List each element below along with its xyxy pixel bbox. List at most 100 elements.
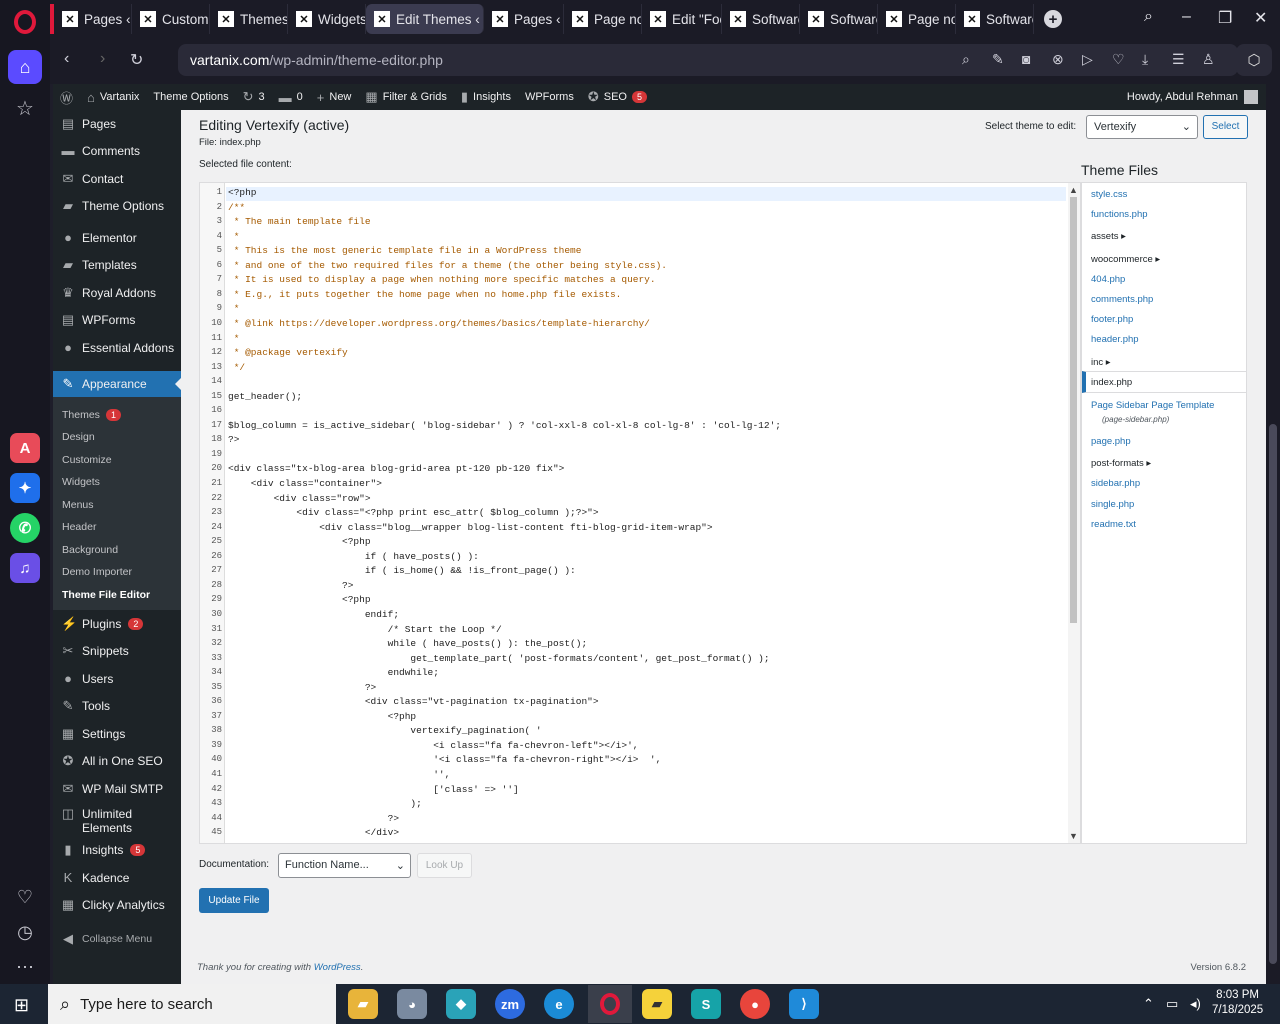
file-item[interactable]: page.php [1091,436,1131,447]
submenu-item-demo-importer[interactable]: Demo Importer [53,561,181,584]
submenu-item-theme-file-editor[interactable]: Theme File Editor [53,584,181,607]
file-item[interactable]: header.php [1091,334,1139,345]
opera-logo[interactable] [14,10,36,34]
file-item[interactable]: index.php [1082,371,1246,393]
file-item[interactable]: sidebar.php [1091,478,1140,489]
extensions-icon[interactable]: ⬡ [1236,44,1272,76]
menu-item-comments[interactable]: ▬ Comments [53,138,181,166]
menu-item-unlimited-elements[interactable]: ◫ Unlimited Elements [53,803,181,837]
heart-icon[interactable]: ♡ [17,887,33,908]
chevron-up-icon[interactable]: ⌃ [1143,996,1154,1012]
code-editor[interactable]: 1 2 3 4 5 6 7 8 9 10 11 12 13 14 15 16 17 18 19 20 21 22 23 24 2… [199,182,1081,844]
back-icon[interactable]: ‹ [64,50,69,68]
folder-item[interactable]: inc ▸ [1091,357,1111,368]
wordpress-link[interactable]: WordPress [314,962,361,973]
network-icon[interactable]: ▭ [1166,996,1178,1012]
scroll-down-icon[interactable]: ▼ [1069,831,1078,841]
theme-select[interactable]: Vertexify ⌄ [1086,115,1198,139]
app-icon[interactable]: ◆ [446,989,476,1019]
volume-icon[interactable]: ◂) [1190,996,1201,1012]
new-content-link[interactable]: + New [310,84,359,110]
file-explorer-icon[interactable]: ▰ [348,989,378,1019]
menu-item-kadence[interactable]: K Kadence [53,864,181,892]
wpforms-link[interactable]: WPForms [518,84,581,110]
file-item[interactable]: style.css [1091,189,1127,200]
tab[interactable]: ✕ Pages ‹ Va [484,4,564,34]
aria-app-icon[interactable]: A [10,433,40,463]
reload-icon[interactable]: ↻ [130,50,143,70]
chrome-icon[interactable]: ● [740,989,770,1019]
edge-icon[interactable]: e [544,989,574,1019]
tab[interactable]: ✕ Themes ‹ [210,4,288,34]
menu-item-plugins[interactable]: ⚡ Plugins 2 [53,610,181,638]
theme-options-link[interactable]: Theme Options [146,84,235,110]
search-icon[interactable]: ⌕ [1144,8,1153,26]
scroll-thumb[interactable] [1070,197,1077,623]
file-item[interactable]: 404.php [1091,274,1125,285]
tab[interactable]: ✕ Software [956,4,1034,34]
tab[interactable]: ✕ Software [722,4,800,34]
edit-icon[interactable]: ✎ [992,51,1004,68]
file-item[interactable]: comments.php [1091,294,1153,305]
opera-taskbar-icon[interactable] [588,985,632,1023]
account-menu[interactable]: Howdy, Abdul Rehman [1127,90,1258,104]
heart-icon[interactable]: ♡ [1112,51,1125,68]
music-player-icon[interactable]: ♫ [10,553,40,583]
menu-item-insights[interactable]: ▮ Insights 5 [53,837,181,865]
submenu-item-background[interactable]: Background [53,539,181,562]
submenu-item-menus[interactable]: Menus [53,494,181,517]
documentation-select[interactable]: Function Name... ⌄ [278,853,411,878]
update-file-button[interactable]: Update File [199,888,269,913]
minimize-icon[interactable]: – [1182,8,1191,26]
block-icon[interactable]: ⊗ [1052,51,1064,68]
menu-item-templates[interactable]: ▰ Templates [53,252,181,280]
filter-grids-link[interactable]: ▦ Filter & Grids [358,84,453,110]
messenger-icon[interactable]: ✦ [10,473,40,503]
tab[interactable]: ✕ Widgets ‹ [288,4,366,34]
folder-item[interactable]: woocommerce ▸ [1091,254,1160,265]
tab[interactable]: ✕ Pages ‹ Va [50,4,132,34]
menu-item-snippets[interactable]: ✂ Snippets [53,638,181,666]
download-icon[interactable]: ⤓ [1142,51,1148,68]
history-icon[interactable]: ◷ [17,922,33,943]
send-icon[interactable]: ▷ [1082,51,1093,68]
paint-icon[interactable]: ◕ [397,989,427,1019]
editor-scrollbar[interactable]: ▲ ▼ [1068,183,1080,843]
file-item[interactable]: single.php [1091,499,1134,510]
menu-item-all-in-one-seo[interactable]: ✪ All in One SEO [53,748,181,776]
whatsapp-icon[interactable]: ✆ [10,513,40,543]
menu-item-theme-options[interactable]: ▰ Theme Options [53,193,181,221]
menu-item-wp-mail-smtp[interactable]: ✉ WP Mail SMTP [53,775,181,803]
submenu-item-header[interactable]: Header [53,516,181,539]
tab[interactable]: ✕ Edit Themes ‹ Va [366,4,484,34]
folder-item[interactable]: post-formats ▸ [1091,458,1151,469]
file-item[interactable]: footer.php [1091,314,1133,325]
sticky-notes-icon[interactable]: ▰ [642,989,672,1019]
close-icon[interactable]: ✕ [1254,8,1267,28]
submenu-item-design[interactable]: Design [53,426,181,449]
look-up-button[interactable]: Look Up [417,853,472,878]
tab[interactable]: ✕ Page not [878,4,956,34]
page-scroll-thumb[interactable] [1269,424,1277,964]
collapse-menu-button[interactable]: ◀ Collapse Menu [53,925,181,953]
new-tab-icon[interactable]: + [1044,10,1062,28]
maximize-icon[interactable]: ❐ [1218,8,1232,28]
comments-link[interactable]: ▬ 0 [272,84,310,110]
wp-logo[interactable]: Ⓦ [53,84,80,110]
vscode-icon[interactable]: ⟩ [789,989,819,1019]
menu-item-elementor[interactable]: ● Elementor [53,224,181,252]
clock[interactable]: 8:03 PM 7/18/2025 [1212,988,1263,1018]
site-name[interactable]: ⌂ Vartanix [80,84,146,110]
menu-item-pages[interactable]: ▤ Pages [53,110,181,138]
home-icon[interactable]: ⌂ [8,50,42,84]
search-icon[interactable]: ⌕ [962,51,970,68]
tab[interactable]: ✕ Customiz [132,4,210,34]
windows-start-icon[interactable]: ⊞ [14,995,29,1016]
menu-item-tools[interactable]: ✎ Tools [53,693,181,721]
folder-item[interactable]: assets ▸ [1091,231,1126,242]
taskbar-search[interactable]: ⌕ Type here to search [48,984,336,1024]
page-scrollbar[interactable] [1266,84,1280,984]
scroll-up-icon[interactable]: ▲ [1069,185,1078,195]
menu-item-royal-addons[interactable]: ♛ Royal Addons [53,279,181,307]
menu-item-settings[interactable]: ▦ Settings [53,720,181,748]
